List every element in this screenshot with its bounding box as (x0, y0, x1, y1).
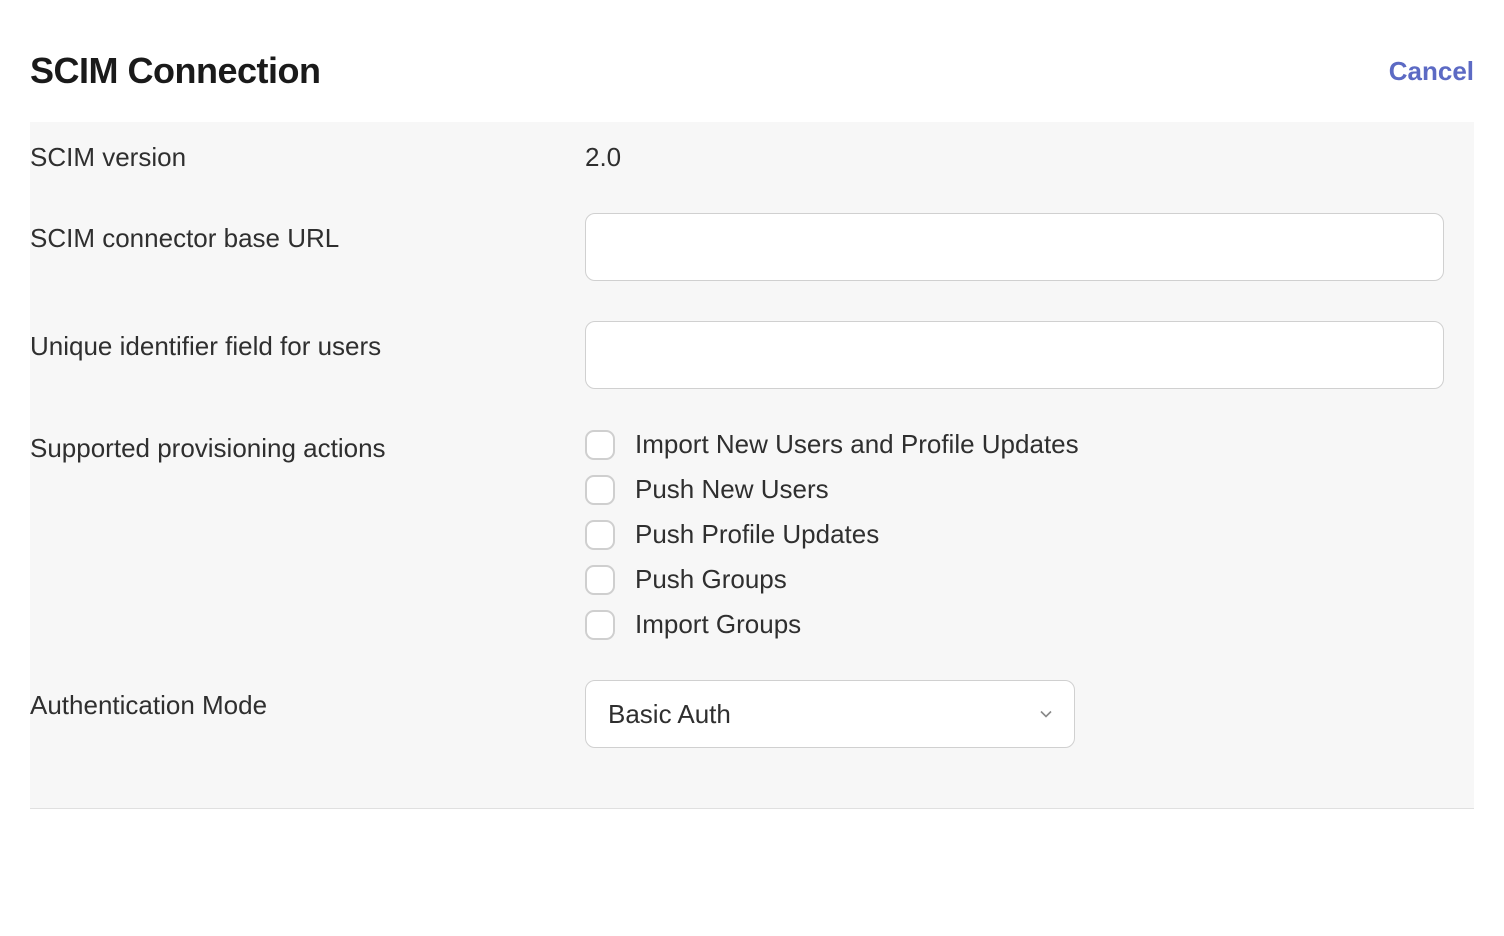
checkbox-import-groups[interactable] (585, 610, 615, 640)
page-header: SCIM Connection Cancel (0, 0, 1504, 122)
row-auth-mode: Authentication Mode Basic Auth (30, 660, 1474, 768)
checkbox-label: Push Profile Updates (635, 519, 879, 550)
checkbox-label: Push Groups (635, 564, 787, 595)
label-base-url: SCIM connector base URL (30, 213, 585, 254)
provisioning-item: Push New Users (585, 474, 1444, 505)
label-scim-version: SCIM version (30, 142, 585, 173)
cancel-button[interactable]: Cancel (1389, 56, 1474, 87)
checkbox-label: Import New Users and Profile Updates (635, 429, 1079, 460)
label-auth-mode: Authentication Mode (30, 680, 585, 721)
chevron-down-icon (1040, 710, 1052, 718)
checkbox-push-new-users[interactable] (585, 475, 615, 505)
input-base-url[interactable] (585, 213, 1444, 281)
checkbox-label: Push New Users (635, 474, 829, 505)
form-container: SCIM version 2.0 SCIM connector base URL… (30, 122, 1474, 809)
provisioning-item: Import Groups (585, 609, 1444, 640)
row-unique-id: Unique identifier field for users (30, 301, 1474, 409)
select-auth-mode[interactable]: Basic Auth (585, 680, 1075, 748)
row-provisioning: Supported provisioning actions Import Ne… (30, 409, 1474, 660)
value-scim-version: 2.0 (585, 142, 1444, 173)
page-title: SCIM Connection (30, 50, 320, 92)
provisioning-item: Push Profile Updates (585, 519, 1444, 550)
checkbox-import-users[interactable] (585, 430, 615, 460)
select-auth-mode-value: Basic Auth (608, 699, 731, 730)
checkbox-push-groups[interactable] (585, 565, 615, 595)
provisioning-item: Import New Users and Profile Updates (585, 429, 1444, 460)
row-base-url: SCIM connector base URL (30, 193, 1474, 301)
provisioning-list: Import New Users and Profile Updates Pus… (585, 429, 1444, 640)
provisioning-item: Push Groups (585, 564, 1444, 595)
checkbox-push-profile-updates[interactable] (585, 520, 615, 550)
input-unique-id[interactable] (585, 321, 1444, 389)
label-unique-id: Unique identifier field for users (30, 321, 585, 362)
checkbox-label: Import Groups (635, 609, 801, 640)
label-provisioning: Supported provisioning actions (30, 429, 585, 464)
row-scim-version: SCIM version 2.0 (30, 132, 1474, 193)
